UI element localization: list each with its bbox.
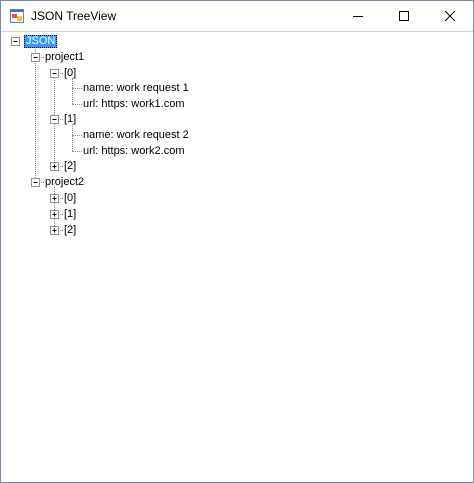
tree-connector xyxy=(35,45,36,182)
tree-node-project1-item0-name[interactable]: name: work request 1 xyxy=(81,82,191,95)
expand-icon xyxy=(52,228,57,233)
close-icon xyxy=(444,10,456,22)
project1-item1-collapse-toggle[interactable] xyxy=(50,115,59,124)
app-window: JSON TreeView JSON project1 [0] name: wo… xyxy=(0,0,474,483)
project2-item1-expand-toggle[interactable] xyxy=(50,210,59,219)
root-collapse-toggle[interactable] xyxy=(11,37,20,46)
tree-node-project1-item2[interactable]: [2] xyxy=(62,160,78,173)
title-bar[interactable]: JSON TreeView xyxy=(1,1,473,31)
collapse-icon xyxy=(33,57,38,58)
project2-item2-expand-toggle[interactable] xyxy=(50,226,59,235)
tree-connector xyxy=(72,78,73,104)
minimize-icon xyxy=(353,16,363,17)
tree-node-project1-item1-name[interactable]: name: work request 2 xyxy=(81,129,191,142)
project1-item2-expand-toggle[interactable] xyxy=(50,162,59,171)
tree-node-project1-item1-url[interactable]: url: https: work2.com xyxy=(81,145,186,158)
expand-icon xyxy=(52,164,57,169)
project1-item0-collapse-toggle[interactable] xyxy=(50,69,59,78)
project2-collapse-toggle[interactable] xyxy=(31,178,40,187)
maximize-icon xyxy=(399,11,409,21)
collapse-icon xyxy=(33,182,38,183)
tree-node-project2-item2[interactable]: [2] xyxy=(62,224,78,237)
minimize-button[interactable] xyxy=(335,1,381,31)
app-icon xyxy=(10,9,24,23)
tree-node-project2-item1[interactable]: [1] xyxy=(62,208,78,221)
window-title: JSON TreeView xyxy=(31,9,117,23)
collapse-icon xyxy=(52,119,57,120)
collapse-icon xyxy=(52,73,57,74)
tree-node-project1[interactable]: project1 xyxy=(43,51,86,64)
expand-icon xyxy=(52,196,57,201)
json-tree-view[interactable]: JSON project1 [0] name: work request 1 u… xyxy=(1,31,473,482)
tree-connector xyxy=(72,124,73,151)
maximize-button[interactable] xyxy=(381,1,427,31)
tree-node-project1-item1[interactable]: [1] xyxy=(62,113,78,126)
close-button[interactable] xyxy=(427,1,473,31)
collapse-icon xyxy=(13,41,18,42)
project2-item0-expand-toggle[interactable] xyxy=(50,194,59,203)
tree-node-project2-item0[interactable]: [0] xyxy=(62,192,78,205)
tree-node-project1-item0-url[interactable]: url: https: work1.com xyxy=(81,98,186,111)
project1-collapse-toggle[interactable] xyxy=(31,53,40,62)
tree-node-project2[interactable]: project2 xyxy=(43,176,86,189)
expand-icon xyxy=(52,212,57,217)
tree-node-project1-item0[interactable]: [0] xyxy=(62,67,78,80)
tree-node-root[interactable]: JSON xyxy=(24,35,58,48)
